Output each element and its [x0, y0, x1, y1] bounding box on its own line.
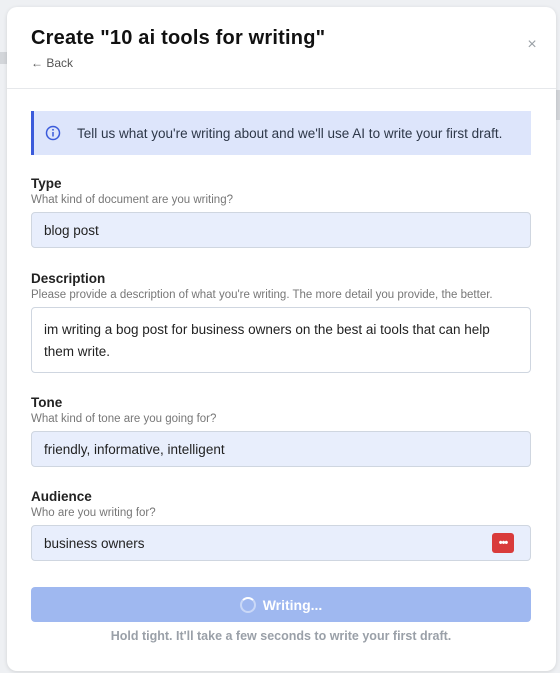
- tone-help: What kind of tone are you going for?: [31, 413, 217, 425]
- audience-help: Who are you writing for?: [31, 507, 156, 519]
- writing-button[interactable]: Writing...: [31, 587, 531, 622]
- create-document-modal: Create "10 ai tools for writing" ← Back …: [7, 7, 556, 671]
- info-text: Tell us what you're writing about and we…: [77, 125, 503, 141]
- audience-input[interactable]: business owners •••: [31, 525, 531, 561]
- password-manager-icon[interactable]: •••: [492, 533, 514, 553]
- type-help: What kind of document are you writing?: [31, 194, 233, 206]
- background-fragment: [0, 52, 7, 64]
- type-field: Type What kind of document are you writi…: [31, 176, 531, 248]
- info-banner: Tell us what you're writing about and we…: [31, 111, 531, 155]
- tone-value: friendly, informative, intelligent: [44, 441, 225, 457]
- wait-hint: Hold tight. It'll take a few seconds to …: [110, 629, 452, 643]
- modal-title: Create "10 ai tools for writing": [31, 27, 326, 49]
- info-icon: [45, 125, 61, 141]
- audience-field: Audience Who are you writing for? busine…: [31, 489, 531, 561]
- audience-value: business owners: [44, 535, 145, 551]
- description-label: Description: [31, 271, 106, 286]
- close-icon[interactable]: ×: [524, 37, 540, 53]
- writing-button-label: Writing...: [262, 596, 323, 613]
- spinner-icon: [239, 596, 256, 613]
- description-textarea[interactable]: im writing a bog post for business owner…: [31, 307, 531, 373]
- type-label: Type: [31, 176, 62, 191]
- back-link[interactable]: ← Back: [31, 56, 73, 70]
- audience-label: Audience: [31, 489, 92, 504]
- tone-label: Tone: [31, 395, 63, 410]
- description-field: Description Please provide a description…: [31, 271, 531, 373]
- background-fragment: [556, 90, 560, 120]
- type-value: blog post: [44, 222, 99, 238]
- modal-body: Tell us what you're writing about and we…: [31, 111, 531, 561]
- type-input[interactable]: blog post: [31, 212, 531, 248]
- tone-input[interactable]: friendly, informative, intelligent: [31, 431, 531, 467]
- modal-header: Create "10 ai tools for writing" ← Back …: [7, 7, 556, 89]
- tone-field: Tone What kind of tone are you going for…: [31, 395, 531, 467]
- description-help: Please provide a description of what you…: [31, 289, 493, 301]
